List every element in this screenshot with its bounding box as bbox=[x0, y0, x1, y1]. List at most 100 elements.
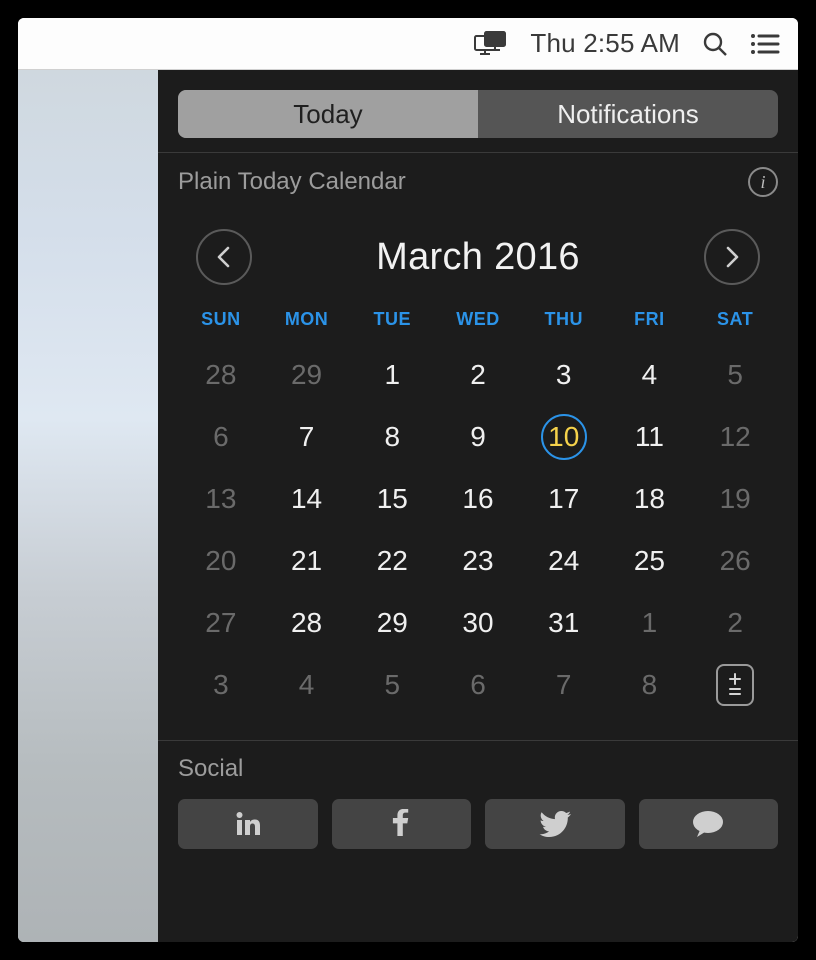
calendar-day[interactable]: 21 bbox=[264, 530, 350, 592]
calendar-day-number: 28 bbox=[205, 359, 236, 391]
calendar-day[interactable]: 1 bbox=[607, 592, 693, 654]
calendar-day[interactable]: 3 bbox=[178, 654, 264, 716]
day-of-week-label: THU bbox=[521, 303, 607, 336]
calendar-day-number: 8 bbox=[642, 669, 658, 701]
calendar-day[interactable]: 1 bbox=[349, 344, 435, 406]
calendar-day-number: 18 bbox=[634, 483, 665, 515]
calendar-day[interactable]: 19 bbox=[692, 468, 778, 530]
linkedin-share-button[interactable] bbox=[178, 799, 318, 849]
calendar-day-number: 28 bbox=[291, 607, 322, 639]
calendar-day-number: 6 bbox=[213, 421, 229, 453]
calendar-day[interactable]: 5 bbox=[349, 654, 435, 716]
tab-notifications[interactable]: Notifications bbox=[478, 90, 778, 138]
calendar-day[interactable]: 11 bbox=[607, 406, 693, 468]
calendar-day[interactable]: 31 bbox=[521, 592, 607, 654]
calendar-day-number: 25 bbox=[634, 545, 665, 577]
calendar-day[interactable]: 8 bbox=[607, 654, 693, 716]
calendar-day-number: 4 bbox=[299, 669, 315, 701]
notification-center-icon[interactable] bbox=[750, 33, 780, 55]
calendar-day[interactable]: 29 bbox=[349, 592, 435, 654]
tab-segment: Today Notifications bbox=[178, 90, 778, 138]
calendar-day-number: 8 bbox=[384, 421, 400, 453]
calendar-day-number: 7 bbox=[556, 669, 572, 701]
tab-today[interactable]: Today bbox=[178, 90, 478, 138]
search-icon[interactable] bbox=[702, 31, 728, 57]
calendar-day[interactable]: 14 bbox=[264, 468, 350, 530]
info-icon[interactable]: i bbox=[748, 167, 778, 197]
calendar-day-number: 17 bbox=[548, 483, 579, 515]
calendar-day[interactable]: 6 bbox=[178, 406, 264, 468]
calendar-day-number: 31 bbox=[548, 607, 579, 639]
calendar-day[interactable]: 24 bbox=[521, 530, 607, 592]
twitter-share-button[interactable] bbox=[485, 799, 625, 849]
calendar-day[interactable]: 4 bbox=[264, 654, 350, 716]
calendar-day-number: 2 bbox=[470, 359, 486, 391]
calendar-day-number: 19 bbox=[720, 483, 751, 515]
calendar-day-number: 5 bbox=[384, 669, 400, 701]
calendar-day[interactable]: 29 bbox=[264, 344, 350, 406]
prev-month-button[interactable] bbox=[196, 229, 252, 285]
calendar-day[interactable]: 2 bbox=[692, 592, 778, 654]
calendar-day[interactable]: 22 bbox=[349, 530, 435, 592]
next-month-button[interactable] bbox=[704, 229, 760, 285]
calendar-day[interactable]: 16 bbox=[435, 468, 521, 530]
calendar-day-number: 2 bbox=[727, 607, 743, 639]
desktop-wallpaper bbox=[18, 70, 158, 942]
calendar-day-number: 30 bbox=[462, 607, 493, 639]
calendar-day-number: 4 bbox=[642, 359, 658, 391]
calendar-day-number: 1 bbox=[384, 359, 400, 391]
day-of-week-label: TUE bbox=[349, 303, 435, 336]
calendar-day[interactable]: 15 bbox=[349, 468, 435, 530]
calendar-day[interactable]: 12 bbox=[692, 406, 778, 468]
calendar-day[interactable]: 8 bbox=[349, 406, 435, 468]
facebook-icon bbox=[392, 809, 410, 839]
facebook-share-button[interactable] bbox=[332, 799, 472, 849]
calendar-widget: March 2016 SUNMONTUEWEDTHUFRISAT 2829123… bbox=[158, 211, 798, 740]
calendar-day-number: 6 bbox=[470, 669, 486, 701]
day-of-week-label: SAT bbox=[692, 303, 778, 336]
calendar-day[interactable]: 9 bbox=[435, 406, 521, 468]
menubar-clock[interactable]: Thu 2:55 AM bbox=[530, 28, 680, 59]
calendar-day[interactable]: 25 bbox=[607, 530, 693, 592]
day-of-week-label: SUN bbox=[178, 303, 264, 336]
calendar-day[interactable]: 26 bbox=[692, 530, 778, 592]
calendar-day-number: 24 bbox=[548, 545, 579, 577]
calendar-day-number: 27 bbox=[205, 607, 236, 639]
calendar-day[interactable]: 20 bbox=[178, 530, 264, 592]
calendar-day[interactable]: 27 bbox=[178, 592, 264, 654]
notification-center-panel: Today Notifications Plain Today Calendar… bbox=[158, 70, 798, 942]
displays-icon[interactable] bbox=[474, 31, 508, 57]
calendar-day[interactable]: 17 bbox=[521, 468, 607, 530]
calendar-day[interactable]: 6 bbox=[435, 654, 521, 716]
calendar-day-number: 3 bbox=[213, 669, 229, 701]
calendar-day-number: 22 bbox=[377, 545, 408, 577]
calendar-day[interactable]: 2 bbox=[435, 344, 521, 406]
calendar-day[interactable]: 7 bbox=[521, 654, 607, 716]
calendar-day[interactable]: 13 bbox=[178, 468, 264, 530]
calendar-day-number: 29 bbox=[291, 359, 322, 391]
widget-title: Plain Today Calendar bbox=[178, 168, 406, 196]
calendar-day[interactable]: 28 bbox=[264, 592, 350, 654]
calendar-day[interactable]: 7 bbox=[264, 406, 350, 468]
day-of-week-label: WED bbox=[435, 303, 521, 336]
calendar-day[interactable]: 3 bbox=[521, 344, 607, 406]
calendar-day[interactable]: 5 bbox=[692, 344, 778, 406]
calendar-day-number: 9 bbox=[470, 421, 486, 453]
calendar-day-number: 12 bbox=[720, 421, 751, 453]
calendar-day-number: 14 bbox=[291, 483, 322, 515]
calendar-day[interactable]: 10 bbox=[521, 406, 607, 468]
calendar-day[interactable]: 18 bbox=[607, 468, 693, 530]
edit-widgets-button[interactable] bbox=[692, 654, 778, 716]
calendar-day[interactable]: 23 bbox=[435, 530, 521, 592]
calendar-day[interactable]: 30 bbox=[435, 592, 521, 654]
calendar-day-number: 29 bbox=[377, 607, 408, 639]
message-share-button[interactable] bbox=[639, 799, 779, 849]
calendar-day-number: 20 bbox=[205, 545, 236, 577]
calendar-day[interactable]: 4 bbox=[607, 344, 693, 406]
calendar-day[interactable]: 28 bbox=[178, 344, 264, 406]
calendar-day-number: 15 bbox=[377, 483, 408, 515]
widget-header: Plain Today Calendar i bbox=[158, 153, 798, 211]
calendar-day-number: 5 bbox=[727, 359, 743, 391]
calendar-day-number: 23 bbox=[462, 545, 493, 577]
calendar-day-number: 26 bbox=[720, 545, 751, 577]
